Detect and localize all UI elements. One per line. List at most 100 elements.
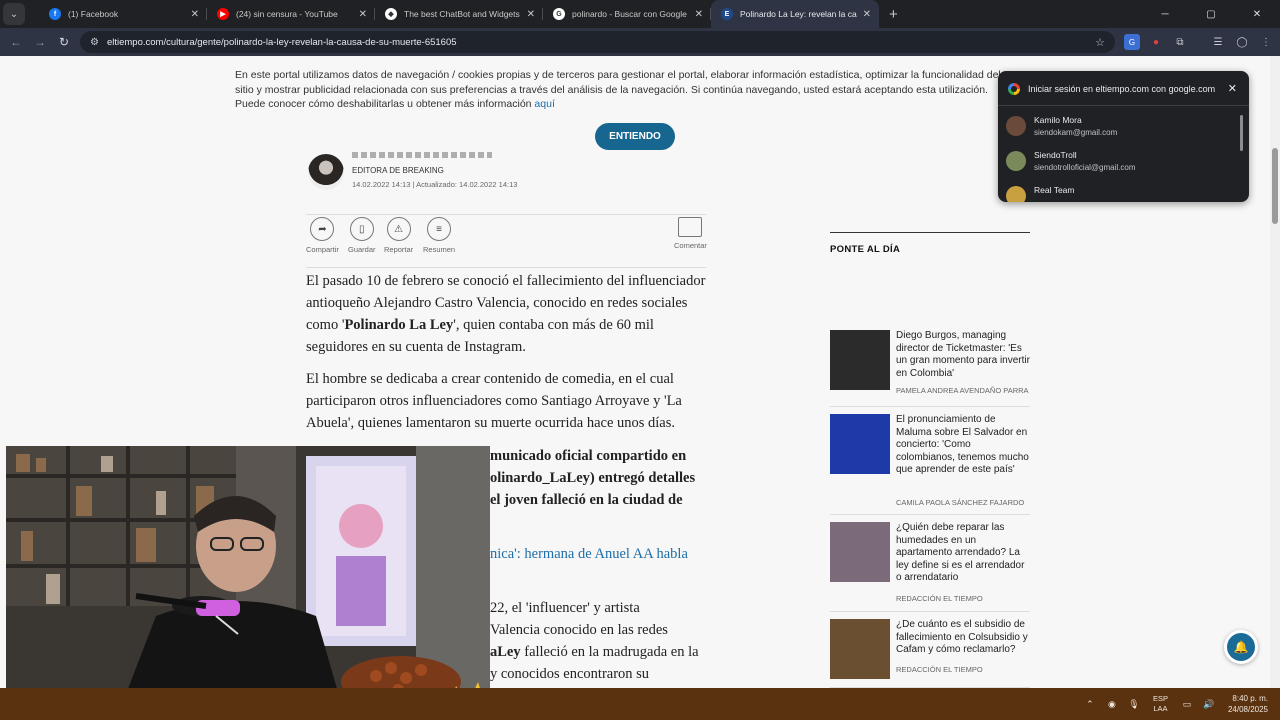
report-button[interactable]: ⚠ Reportar bbox=[384, 215, 413, 254]
news-byline: REDACCIÓN EL TIEMPO bbox=[896, 665, 983, 674]
clock-time: 8:40 p. m. bbox=[1232, 694, 1268, 703]
toolbar-divider bbox=[1196, 34, 1202, 50]
site-info-icon[interactable]: ⚙ bbox=[90, 37, 99, 48]
back-button[interactable]: ← bbox=[4, 35, 28, 49]
article-fragment-5: 22, el 'influencer' y artista bbox=[490, 600, 640, 616]
tab-close-icon[interactable]: ✕ bbox=[359, 9, 367, 20]
account-name: Real Team bbox=[1034, 185, 1075, 195]
article-fragment-2: olinardo_LaLey) entregó detalles bbox=[490, 470, 696, 486]
article-paragraph-2: El hombre se dedicaba a crear contenido … bbox=[306, 371, 682, 431]
news-title[interactable]: Diego Burgos, managing director de Ticke… bbox=[896, 330, 1030, 380]
article-actions: ➦ Compartir ▯ Guardar ⚠ Reportar ≡ Resum… bbox=[306, 214, 707, 268]
reading-list-icon[interactable]: ☰ bbox=[1210, 34, 1226, 50]
microphone-icon[interactable]: 🎙 bbox=[1123, 699, 1145, 710]
related-article-link[interactable]: nica': hermana de Anuel AA habla bbox=[490, 543, 688, 565]
puzzle-extensions-icon[interactable]: ⧉ bbox=[1172, 34, 1188, 50]
accept-cookies-button[interactable]: ENTIENDO bbox=[595, 123, 675, 150]
network-icon[interactable]: ▭ bbox=[1176, 699, 1198, 710]
news-title[interactable]: ¿De cuánto es el subsidio de fallecimien… bbox=[896, 619, 1030, 657]
article-fragment-8: y conocidos encontraron su bbox=[490, 666, 650, 682]
facebook-icon: f bbox=[49, 8, 61, 20]
forward-button[interactable]: → bbox=[28, 35, 52, 49]
save-label: Guardar bbox=[348, 245, 376, 254]
news-thumbnail[interactable] bbox=[830, 522, 890, 582]
ponte-al-dia-sidebar: PONTE AL DÍA bbox=[830, 232, 1030, 255]
windows-taskbar: ⌃ ◉ 🎙 ESP LAA ▭ 🔊 8:40 p. m. 24/08/2025 bbox=[0, 688, 1280, 720]
tab-title: Polinardo La Ley: revelan la cau bbox=[740, 9, 857, 19]
page-scrollbar-thumb[interactable] bbox=[1272, 148, 1278, 224]
comment-label: Comentar bbox=[674, 241, 707, 250]
article-body: El pasado 10 de febrero se conoció el fa… bbox=[306, 270, 706, 444]
article-fragment-7: aLey falleció en la madrugada en la bbox=[490, 641, 699, 663]
tab-close-icon[interactable]: ✕ bbox=[191, 9, 199, 20]
chevron-up-icon[interactable]: ⌃ bbox=[1079, 699, 1101, 710]
fragment-7-bold: aLey bbox=[490, 644, 521, 660]
news-thumbnail[interactable] bbox=[830, 619, 890, 679]
browser-tab[interactable]: E Polinardo La Ley: revelan la cau ✕ bbox=[711, 0, 879, 28]
clock[interactable]: 8:40 p. m. 24/08/2025 bbox=[1228, 693, 1268, 715]
browser-tab[interactable]: ◆ The best ChatBot and Widgets ✕ bbox=[375, 0, 543, 28]
bookmark-star-icon[interactable]: ☆ bbox=[1095, 36, 1105, 49]
notification-bell-button[interactable]: 🔔 bbox=[1224, 630, 1258, 664]
account-option[interactable]: Real Team bbox=[1006, 184, 1236, 202]
bookmark-icon: ▯ bbox=[349, 217, 374, 241]
volume-icon[interactable]: 🔊 bbox=[1198, 699, 1220, 710]
share-label: Compartir bbox=[306, 245, 339, 254]
author-name-cropped bbox=[352, 152, 492, 158]
system-tray: ⌃ ◉ 🎙 ESP LAA ▭ 🔊 8:40 p. m. 24/08/2025 bbox=[1079, 688, 1280, 720]
news-byline: CAMILA PAOLA SÁNCHEZ FAJARDO bbox=[896, 498, 1025, 507]
browser-toolbar: ← → ↻ ⚙ eltiempo.com/cultura/gente/polin… bbox=[0, 28, 1280, 56]
news-byline: PAMELA ANDREA AVENDAÑO PARRA bbox=[896, 386, 1029, 395]
account-option[interactable]: Kamilo Mora siendokam@gmail.com bbox=[1006, 114, 1236, 148]
article-fragment-3: el joven falleció en la ciudad de bbox=[490, 492, 683, 508]
youtube-icon: ▶ bbox=[217, 8, 229, 20]
webcam-feed bbox=[6, 446, 490, 720]
webcam-overlay bbox=[6, 446, 490, 720]
tab-title: The best ChatBot and Widgets bbox=[404, 9, 520, 19]
account-email: siendotrolloficial@gmail.com bbox=[1034, 163, 1136, 172]
clock-date: 24/08/2025 bbox=[1227, 705, 1268, 714]
fragment-7-text: falleció en la madrugada en la bbox=[520, 644, 699, 660]
summary-label: Resumen bbox=[423, 245, 456, 254]
tab-close-icon[interactable]: ✕ bbox=[527, 9, 535, 20]
browser-tab[interactable]: Gpolinardo - Buscar con Google ✕ bbox=[543, 0, 711, 28]
reload-button[interactable]: ↻ bbox=[52, 35, 76, 49]
cookie-more-info-link[interactable]: aquí bbox=[534, 98, 554, 110]
minimize-button[interactable]: ─ bbox=[1142, 0, 1188, 28]
page-scrollbar[interactable] bbox=[1270, 56, 1280, 688]
news-title[interactable]: ¿Quién debe reparar las humedades en un … bbox=[896, 522, 1030, 585]
comment-button[interactable]: Comentar bbox=[674, 215, 707, 250]
tab-list: f (1) Facebook ✕ ▶ (24) sin censura - YouTub… bbox=[39, 0, 879, 28]
document-icon: ≡ bbox=[427, 217, 452, 241]
extension-badge-icon[interactable]: ● bbox=[1148, 34, 1164, 50]
translate-icon[interactable]: G bbox=[1124, 34, 1140, 50]
article-fragment-1: municado oficial compartido en bbox=[490, 448, 687, 464]
maximize-button[interactable]: ▢ bbox=[1188, 0, 1234, 28]
news-title[interactable]: El pronunciamiento de Maluma sobre El Sa… bbox=[896, 414, 1030, 477]
account-list-scrollbar[interactable] bbox=[1240, 115, 1243, 151]
chevron-down-icon: ⌄ bbox=[9, 8, 19, 20]
close-window-button[interactable]: ✕ bbox=[1234, 0, 1280, 28]
item-divider bbox=[830, 611, 1030, 612]
tab-close-icon[interactable]: ✕ bbox=[695, 9, 703, 20]
app-tray-icon[interactable]: ◉ bbox=[1101, 699, 1123, 710]
save-button[interactable]: ▯ Guardar bbox=[348, 215, 376, 254]
new-tab-button[interactable]: + bbox=[889, 6, 898, 23]
close-icon[interactable]: ✕ bbox=[1228, 82, 1237, 95]
browser-tab[interactable]: ▶ (24) sin censura - YouTube ✕ bbox=[207, 0, 375, 28]
share-button[interactable]: ➦ Compartir bbox=[306, 215, 339, 254]
browser-tab[interactable]: f (1) Facebook ✕ bbox=[39, 0, 207, 28]
p1-bold-name: Polinardo La Ley bbox=[344, 317, 454, 333]
news-thumbnail[interactable] bbox=[830, 330, 890, 390]
address-bar[interactable]: ⚙ eltiempo.com/cultura/gente/polinardo-l… bbox=[80, 31, 1115, 53]
summary-button[interactable]: ≡ Resumen bbox=[423, 215, 455, 254]
profile-icon[interactable]: ◯ bbox=[1234, 34, 1250, 50]
account-option[interactable]: SiendoTroll siendotrolloficial@gmail.com bbox=[1006, 149, 1236, 183]
tab-title: polinardo - Buscar con Google bbox=[572, 9, 687, 19]
tab-search-button[interactable]: ⌄ bbox=[3, 3, 25, 25]
tab-close-icon[interactable]: ✕ bbox=[863, 9, 871, 20]
chatbot-icon: ◆ bbox=[385, 8, 397, 20]
language-indicator[interactable]: ESP LAA bbox=[1153, 694, 1168, 714]
news-thumbnail[interactable] bbox=[830, 414, 890, 474]
menu-kebab-icon[interactable]: ⋮ bbox=[1258, 34, 1274, 50]
